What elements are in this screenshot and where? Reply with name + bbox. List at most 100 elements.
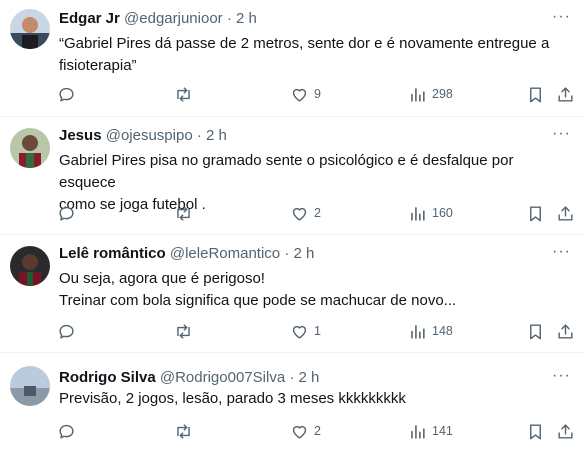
more-icon[interactable]: ··· bbox=[552, 367, 571, 385]
avatar[interactable] bbox=[10, 366, 50, 406]
user-handle[interactable]: @leleRomantico bbox=[170, 245, 280, 262]
tweet-text-line: Ou seja, agora que é perigoso! bbox=[59, 270, 265, 287]
bookmark-icon bbox=[530, 423, 541, 439]
heart-icon bbox=[292, 207, 307, 221]
retweet-button[interactable] bbox=[174, 420, 193, 442]
more-icon[interactable]: ··· bbox=[552, 243, 571, 261]
like-count: 2 bbox=[314, 424, 321, 438]
like-button[interactable]: 9 bbox=[290, 83, 321, 105]
bookmark-button[interactable] bbox=[526, 420, 545, 442]
reply-button[interactable] bbox=[57, 320, 76, 342]
tweet[interactable]: Jesus @ojesuspipo · 2 h ··· Gabriel Pire… bbox=[0, 117, 585, 235]
share-button[interactable] bbox=[556, 202, 575, 224]
user-handle[interactable]: @ojesuspipo bbox=[106, 127, 193, 144]
view-count: 148 bbox=[432, 324, 453, 338]
display-name[interactable]: Edgar Jr bbox=[59, 10, 120, 27]
user-handle[interactable]: @Rodrigo007Silva bbox=[160, 369, 285, 386]
reply-icon bbox=[59, 87, 74, 102]
reply-button[interactable] bbox=[57, 83, 76, 105]
tweet-text-line: fisioterapia” bbox=[59, 57, 137, 74]
retweet-icon bbox=[177, 86, 190, 102]
timestamp[interactable]: 2 h bbox=[206, 127, 227, 144]
timestamp[interactable]: 2 h bbox=[299, 369, 320, 386]
tweet-text: Ou seja, agora que é perigoso! Treinar c… bbox=[59, 268, 569, 312]
view-count: 160 bbox=[432, 206, 453, 220]
retweet-icon bbox=[177, 423, 190, 439]
share-icon bbox=[558, 323, 573, 339]
tweet-actions: 9 298 bbox=[57, 83, 577, 105]
views-icon bbox=[411, 87, 425, 102]
views-button[interactable]: 148 bbox=[408, 320, 453, 342]
display-name[interactable]: Lelê romântico bbox=[59, 245, 166, 262]
share-icon bbox=[558, 86, 573, 102]
separator-dot: · bbox=[196, 127, 202, 144]
tweet-header: Lelê romântico @leleRomantico · 2 h bbox=[59, 245, 314, 262]
tweet-feed: Edgar Jr @edgarjunioor · 2 h ··· “Gabrie… bbox=[0, 0, 585, 449]
retweet-button[interactable] bbox=[174, 202, 193, 224]
tweet-header: Edgar Jr @edgarjunioor · 2 h bbox=[59, 10, 257, 27]
bookmark-icon bbox=[530, 86, 541, 102]
views-button[interactable]: 298 bbox=[408, 83, 453, 105]
more-icon[interactable]: ··· bbox=[552, 8, 571, 26]
tweet-header: Rodrigo Silva @Rodrigo007Silva · 2 h bbox=[59, 369, 319, 386]
tweet[interactable]: Lelê romântico @leleRomantico · 2 h ··· … bbox=[0, 235, 585, 353]
like-button[interactable]: 2 bbox=[290, 420, 321, 442]
like-count: 1 bbox=[314, 324, 321, 338]
tweet-text-line: Treinar com bola significa que pode se m… bbox=[59, 292, 457, 309]
like-count: 2 bbox=[314, 206, 321, 220]
tweet-actions: 2 160 bbox=[57, 202, 577, 224]
display-name[interactable]: Rodrigo Silva bbox=[59, 369, 156, 386]
tweet-header: Jesus @ojesuspipo · 2 h bbox=[59, 127, 227, 144]
tweet-text: “Gabriel Pires dá passe de 2 metros, sen… bbox=[59, 33, 569, 77]
separator-dot: · bbox=[226, 10, 232, 27]
like-button[interactable]: 2 bbox=[290, 202, 321, 224]
tweet-text: Previsão, 2 jogos, lesão, parado 3 meses… bbox=[59, 388, 569, 410]
tweet-text-line: Previsão, 2 jogos, lesão, parado 3 meses… bbox=[59, 390, 406, 407]
heart-icon bbox=[292, 425, 307, 439]
tweet-actions: 2 141 bbox=[57, 420, 577, 442]
retweet-button[interactable] bbox=[174, 320, 193, 342]
tweet-text-line: “Gabriel Pires dá passe de 2 metros, sen… bbox=[59, 35, 550, 52]
retweet-button[interactable] bbox=[174, 83, 193, 105]
views-button[interactable]: 141 bbox=[408, 420, 453, 442]
heart-icon bbox=[292, 325, 307, 339]
bookmark-icon bbox=[530, 323, 541, 339]
bookmark-button[interactable] bbox=[526, 202, 545, 224]
views-icon bbox=[411, 206, 425, 221]
separator-dot: · bbox=[284, 245, 290, 262]
views-button[interactable]: 160 bbox=[408, 202, 453, 224]
reply-button[interactable] bbox=[57, 202, 76, 224]
tweet[interactable]: Edgar Jr @edgarjunioor · 2 h ··· “Gabrie… bbox=[0, 0, 585, 117]
more-icon[interactable]: ··· bbox=[552, 125, 571, 143]
share-button[interactable] bbox=[556, 320, 575, 342]
reply-icon bbox=[59, 324, 74, 339]
share-button[interactable] bbox=[556, 420, 575, 442]
bookmark-icon bbox=[530, 205, 541, 221]
user-handle[interactable]: @edgarjunioor bbox=[124, 10, 223, 27]
bookmark-button[interactable] bbox=[526, 320, 545, 342]
avatar[interactable] bbox=[10, 9, 50, 49]
retweet-icon bbox=[177, 205, 190, 221]
separator-dot: · bbox=[289, 369, 295, 386]
tweet-text-line: Gabriel Pires pisa no gramado sente o ps… bbox=[59, 152, 514, 191]
reply-icon bbox=[59, 206, 74, 221]
view-count: 298 bbox=[432, 87, 453, 101]
avatar[interactable] bbox=[10, 246, 50, 286]
like-count: 9 bbox=[314, 87, 321, 101]
view-count: 141 bbox=[432, 424, 453, 438]
avatar[interactable] bbox=[10, 128, 50, 168]
timestamp[interactable]: 2 h bbox=[236, 10, 257, 27]
retweet-icon bbox=[177, 323, 190, 339]
views-icon bbox=[411, 424, 425, 439]
share-button[interactable] bbox=[556, 83, 575, 105]
reply-button[interactable] bbox=[57, 420, 76, 442]
tweet[interactable]: Rodrigo Silva @Rodrigo007Silva · 2 h ···… bbox=[0, 353, 585, 449]
share-icon bbox=[558, 423, 573, 439]
heart-icon bbox=[292, 88, 307, 102]
timestamp[interactable]: 2 h bbox=[294, 245, 315, 262]
bookmark-button[interactable] bbox=[526, 83, 545, 105]
views-icon bbox=[411, 324, 425, 339]
tweet-actions: 1 148 bbox=[57, 320, 577, 342]
display-name[interactable]: Jesus bbox=[59, 127, 102, 144]
like-button[interactable]: 1 bbox=[290, 320, 321, 342]
